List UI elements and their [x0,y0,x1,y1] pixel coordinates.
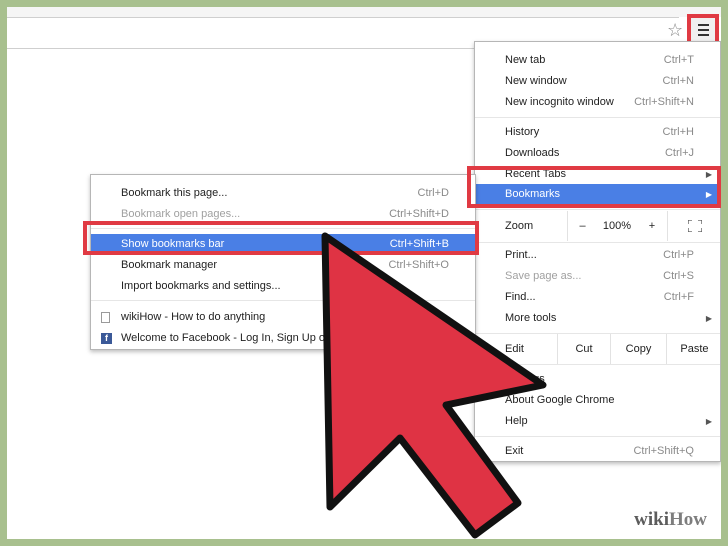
pointer-arrow-icon [321,232,547,539]
wikihow-watermark: wikiHow [634,509,707,530]
browser-window: ☆ New tab Ctrl+T New window Ctrl+N New inc… [7,7,721,539]
